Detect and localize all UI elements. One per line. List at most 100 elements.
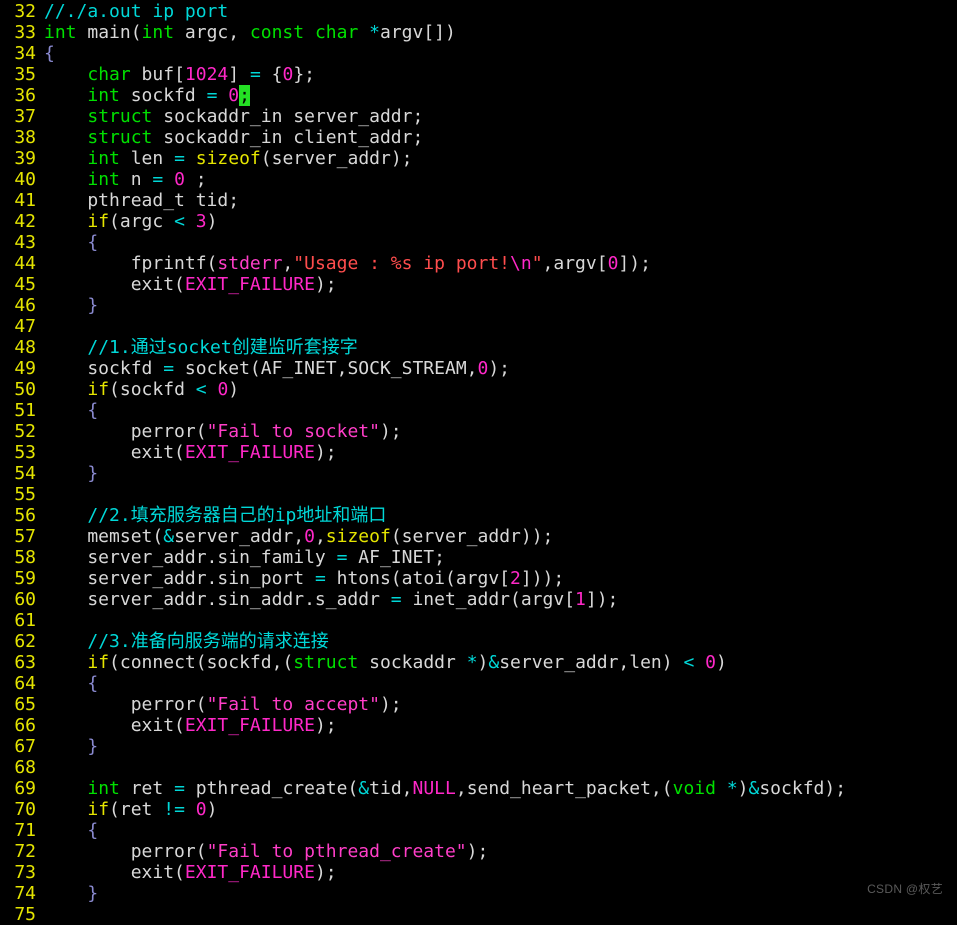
line-content[interactable]: } xyxy=(36,295,957,316)
code-line[interactable]: 40 int n = 0 ; xyxy=(0,169,957,190)
code-line[interactable]: 49 sockfd = socket(AF_INET,SOCK_STREAM,0… xyxy=(0,358,957,379)
code-line[interactable]: 56 //2.填充服务器自己的ip地址和端口 xyxy=(0,505,957,526)
code-token: exit( xyxy=(44,274,185,295)
code-line[interactable]: 70 if(ret != 0) xyxy=(0,799,957,820)
line-content[interactable]: } xyxy=(36,463,957,484)
code-line[interactable]: 67 } xyxy=(0,736,957,757)
code-line[interactable]: 55 xyxy=(0,484,957,505)
line-content[interactable]: fprintf(stderr,"Usage : %s ip port!\n",a… xyxy=(36,253,957,274)
line-content[interactable]: exit(EXIT_FAILURE); xyxy=(36,715,957,736)
line-content[interactable]: if(argc < 3) xyxy=(36,211,957,232)
code-token: = xyxy=(152,169,164,190)
line-content[interactable]: { xyxy=(36,232,957,253)
code-line[interactable]: 33 int main(int argc, const char *argv[]) xyxy=(0,22,957,43)
code-line[interactable]: 41 pthread_t tid; xyxy=(0,190,957,211)
code-line[interactable]: 71 { xyxy=(0,820,957,841)
line-content[interactable]: perror("Fail to pthread_create"); xyxy=(36,841,957,862)
line-content[interactable]: pthread_t tid; xyxy=(36,190,957,211)
line-content[interactable]: int len = sizeof(server_addr); xyxy=(36,148,957,169)
code-token: buf[ xyxy=(130,64,185,85)
code-line[interactable]: 57 memset(&server_addr,0,sizeof(server_a… xyxy=(0,526,957,547)
code-line[interactable]: 64 { xyxy=(0,673,957,694)
code-line[interactable]: 43 { xyxy=(0,232,957,253)
line-content[interactable]: exit(EXIT_FAILURE); xyxy=(36,442,957,463)
line-content[interactable]: { xyxy=(36,400,957,421)
line-content[interactable]: //3.准备向服务端的请求连接 xyxy=(36,631,957,652)
line-content[interactable]: struct sockaddr_in server_addr; xyxy=(36,106,957,127)
line-content[interactable]: struct sockaddr_in client_addr; xyxy=(36,127,957,148)
code-line[interactable]: 36 int sockfd = 0; xyxy=(0,85,957,106)
code-token: server_addr.sin_family xyxy=(44,547,337,568)
code-line[interactable]: 72 perror("Fail to pthread_create"); xyxy=(0,841,957,862)
line-number: 32 xyxy=(14,1,36,22)
code-line[interactable]: 68 xyxy=(0,757,957,778)
line-content[interactable]: if(connect(sockfd,(struct sockaddr *)&se… xyxy=(36,652,957,673)
line-content[interactable]: perror("Fail to socket"); xyxy=(36,421,957,442)
code-line[interactable]: 60 server_addr.sin_addr.s_addr = inet_ad… xyxy=(0,589,957,610)
line-content[interactable]: exit(EXIT_FAILURE); xyxy=(36,274,957,295)
code-line[interactable]: 42 if(argc < 3) xyxy=(0,211,957,232)
code-token: ) xyxy=(477,652,489,673)
line-content[interactable]: int main(int argc, const char *argv[]) xyxy=(36,22,957,43)
code-line[interactable]: 74 } xyxy=(0,883,957,904)
code-line[interactable]: 46 } xyxy=(0,295,957,316)
code-line[interactable]: 38 struct sockaddr_in client_addr; xyxy=(0,127,957,148)
code-token: 3 xyxy=(195,211,207,232)
line-content[interactable]: { xyxy=(36,673,957,694)
code-token: ); xyxy=(314,442,337,463)
line-content[interactable]: //1.通过socket创建监听套接字 xyxy=(36,337,957,358)
line-content[interactable]: //./a.out ip port xyxy=(36,1,957,22)
code-line[interactable]: 35 char buf[1024] = {0}; xyxy=(0,64,957,85)
code-line[interactable]: 54 } xyxy=(0,463,957,484)
code-line[interactable]: 44 fprintf(stderr,"Usage : %s ip port!\n… xyxy=(0,253,957,274)
line-content[interactable]: sockfd = socket(AF_INET,SOCK_STREAM,0); xyxy=(36,358,957,379)
code-token: { xyxy=(260,64,283,85)
line-content[interactable]: int ret = pthread_create(&tid,NULL,send_… xyxy=(36,778,957,799)
line-content[interactable]: perror("Fail to accept"); xyxy=(36,694,957,715)
line-content[interactable]: } xyxy=(36,883,957,904)
code-line[interactable]: 50 if(sockfd < 0) xyxy=(0,379,957,400)
line-content[interactable]: int n = 0 ; xyxy=(36,169,957,190)
code-editor[interactable]: 32//./a.out ip port 33 int main(int argc, … xyxy=(0,0,957,925)
code-line[interactable]: 48 //1.通过socket创建监听套接字 xyxy=(0,337,957,358)
code-line[interactable]: 69 int ret = pthread_create(&tid,NULL,se… xyxy=(0,778,957,799)
line-content[interactable]: { xyxy=(36,43,957,64)
line-number: 55 xyxy=(14,484,36,505)
code-line[interactable]: 61 xyxy=(0,610,957,631)
code-line[interactable]: 66 exit(EXIT_FAILURE); xyxy=(0,715,957,736)
code-line[interactable]: 39 int len = sizeof(server_addr); xyxy=(0,148,957,169)
line-content[interactable]: server_addr.sin_family = AF_INET; xyxy=(36,547,957,568)
line-content[interactable]: if(sockfd < 0) xyxy=(36,379,957,400)
code-token: ] xyxy=(228,64,250,85)
line-content[interactable]: exit(EXIT_FAILURE); xyxy=(36,862,957,883)
line-content[interactable]: { xyxy=(36,820,957,841)
code-line[interactable]: 51 { xyxy=(0,400,957,421)
code-line[interactable]: 34 { xyxy=(0,43,957,64)
code-token: ); xyxy=(488,358,511,379)
code-token: < xyxy=(174,211,185,232)
code-line[interactable]: 65 perror("Fail to accept"); xyxy=(0,694,957,715)
code-line[interactable]: 53 exit(EXIT_FAILURE); xyxy=(0,442,957,463)
code-token: //2.填充服务器自己的ip地址和端口 xyxy=(87,505,387,526)
code-line[interactable]: 63 if(connect(sockfd,(struct sockaddr *)… xyxy=(0,652,957,673)
code-line[interactable]: 58 server_addr.sin_family = AF_INET; xyxy=(0,547,957,568)
line-content[interactable]: server_addr.sin_addr.s_addr = inet_addr(… xyxy=(36,589,957,610)
line-content[interactable]: if(ret != 0) xyxy=(36,799,957,820)
line-content[interactable]: } xyxy=(36,736,957,757)
code-line[interactable]: 62 //3.准备向服务端的请求连接 xyxy=(0,631,957,652)
code-line[interactable]: 59 server_addr.sin_port = htons(atoi(arg… xyxy=(0,568,957,589)
code-line[interactable]: 47 xyxy=(0,316,957,337)
code-line[interactable]: 37 struct sockaddr_in server_addr; xyxy=(0,106,957,127)
code-line[interactable]: 52 perror("Fail to socket"); xyxy=(0,421,957,442)
code-line[interactable]: 32 //./a.out ip port xyxy=(0,1,957,22)
code-line[interactable]: 73 exit(EXIT_FAILURE); xyxy=(0,862,957,883)
line-number: 58 xyxy=(14,547,36,568)
line-content[interactable]: memset(&server_addr,0,sizeof(server_addr… xyxy=(36,526,957,547)
line-content[interactable]: server_addr.sin_port = htons(atoi(argv[2… xyxy=(36,568,957,589)
code-token: char xyxy=(87,64,131,85)
code-line[interactable]: 45 exit(EXIT_FAILURE); xyxy=(0,274,957,295)
line-content[interactable]: //2.填充服务器自己的ip地址和端口 xyxy=(36,505,957,526)
line-content[interactable]: char buf[1024] = {0}; xyxy=(36,64,957,85)
line-content[interactable]: int sockfd = 0; xyxy=(36,85,957,106)
